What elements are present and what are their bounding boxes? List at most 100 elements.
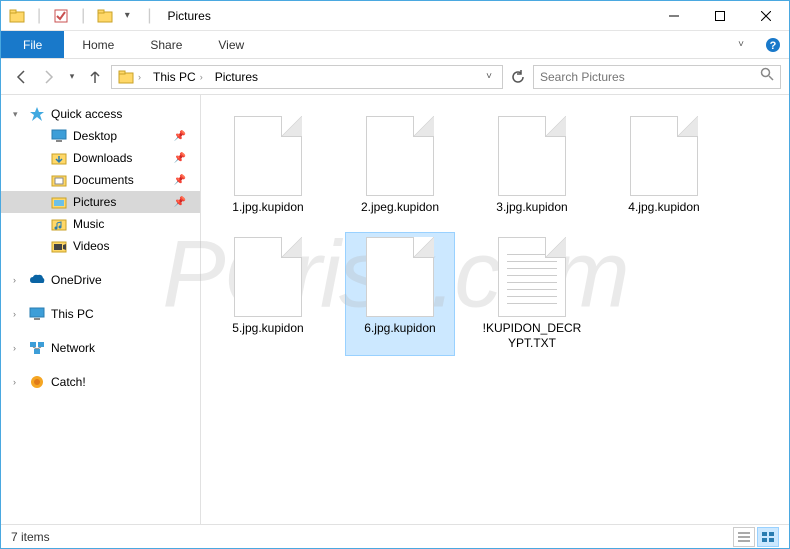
breadcrumb-label: This PC <box>153 70 196 84</box>
help-button[interactable]: ? <box>757 31 789 58</box>
folder-icon <box>51 216 67 232</box>
tab-home[interactable]: Home <box>64 31 132 58</box>
nav-onedrive[interactable]: › OneDrive <box>1 269 200 291</box>
sidebar-item-desktop[interactable]: Desktop📌 <box>1 125 200 147</box>
properties-icon[interactable] <box>53 8 69 24</box>
nav-quick-access[interactable]: ▾ Quick access <box>1 103 200 125</box>
breadcrumb-label: Pictures <box>215 70 258 84</box>
network-icon <box>29 340 45 356</box>
file-icon <box>234 237 302 317</box>
sidebar-item-documents[interactable]: Documents📌 <box>1 169 200 191</box>
main-body: ▾ Quick access Desktop📌Downloads📌Documen… <box>1 95 789 524</box>
file-label: 1.jpg.kupidon <box>232 200 303 215</box>
window-controls <box>651 1 789 31</box>
file-icon <box>498 237 566 317</box>
sidebar-item-videos[interactable]: Videos <box>1 235 200 257</box>
tab-share[interactable]: Share <box>132 31 200 58</box>
folder-icon <box>51 150 67 166</box>
svg-text:?: ? <box>770 40 777 52</box>
separator: | <box>141 7 157 25</box>
view-icons-button[interactable] <box>757 527 779 547</box>
folder-icon <box>51 128 67 144</box>
expand-icon[interactable]: › <box>13 275 16 285</box>
breadcrumb-pictures[interactable]: Pictures <box>211 66 262 88</box>
expand-icon[interactable]: ▾ <box>13 109 18 120</box>
file-icon <box>630 116 698 196</box>
onedrive-icon <box>29 272 45 288</box>
folder-icon <box>51 194 67 210</box>
qat-folder-icon[interactable] <box>97 8 113 24</box>
explorer-app-icon <box>9 8 25 24</box>
nav-network[interactable]: › Network <box>1 337 200 359</box>
nav-label: OneDrive <box>51 273 102 287</box>
star-icon <box>29 106 45 122</box>
nav-catch[interactable]: › Catch! <box>1 371 200 393</box>
file-item[interactable]: 6.jpg.kupidon <box>345 232 455 356</box>
file-icon <box>366 116 434 196</box>
status-bar: 7 items <box>1 524 789 548</box>
file-item[interactable]: 2.jpeg.kupidon <box>345 111 455 220</box>
file-label: 3.jpg.kupidon <box>496 200 567 215</box>
nav-label: This PC <box>51 307 94 321</box>
expand-icon[interactable]: › <box>13 343 16 353</box>
file-grid[interactable]: 1.jpg.kupidon 2.jpeg.kupidon 3.jpg.kupidon… <box>201 95 789 524</box>
file-label: 5.jpg.kupidon <box>232 321 303 336</box>
title-bar: | | ▾ | Pictures <box>1 1 789 31</box>
search-box[interactable] <box>533 65 781 89</box>
pc-icon <box>29 306 45 322</box>
expand-icon[interactable]: › <box>13 309 16 319</box>
file-item[interactable]: 3.jpg.kupidon <box>477 111 587 220</box>
sidebar-item-downloads[interactable]: Downloads 📌 <box>1 147 200 169</box>
file-item[interactable]: 5.jpg.kupidon <box>213 232 323 356</box>
close-button[interactable] <box>743 1 789 31</box>
back-button[interactable] <box>9 65 33 89</box>
address-bar: ▾ › This PC› Pictures ˅ <box>1 59 789 95</box>
nav-label: Network <box>51 341 95 355</box>
file-item[interactable]: 1.jpg.kupidon <box>213 111 323 220</box>
file-label: 4.jpg.kupidon <box>628 200 699 215</box>
file-item[interactable]: !KUPIDON_DECRYPT.TXT <box>477 232 587 356</box>
ribbon-expand-button[interactable]: ˅ <box>725 31 757 58</box>
breadcrumb[interactable]: › This PC› Pictures ˅ <box>111 65 503 89</box>
nav-label: Catch! <box>51 375 86 389</box>
expand-icon[interactable]: › <box>13 377 16 387</box>
up-button[interactable] <box>83 65 107 89</box>
file-label: 6.jpg.kupidon <box>364 321 435 336</box>
folder-icon <box>51 172 67 188</box>
refresh-button[interactable] <box>507 66 529 88</box>
quick-access-toolbar: | | ▾ | Pictures <box>1 7 219 25</box>
file-label: !KUPIDON_DECRYPT.TXT <box>482 321 582 351</box>
breadcrumb-root-icon[interactable]: › <box>114 66 147 88</box>
qat-dropdown-icon[interactable]: ▾ <box>119 8 135 24</box>
minimize-button[interactable] <box>651 1 697 31</box>
tab-view[interactable]: View <box>200 31 262 58</box>
item-count: 7 items <box>11 530 50 544</box>
sidebar-item-pictures[interactable]: Pictures 📌 <box>1 191 200 213</box>
file-tab[interactable]: File <box>1 31 64 58</box>
forward-button[interactable] <box>37 65 61 89</box>
nav-thispc[interactable]: › This PC <box>1 303 200 325</box>
pin-icon: 📌 <box>174 175 186 186</box>
nav-label: Downloads <box>73 151 132 165</box>
nav-label: Videos <box>73 239 109 253</box>
nav-label: Pictures <box>73 195 116 209</box>
path-dropdown-button[interactable]: ˅ <box>478 66 500 88</box>
search-icon[interactable] <box>760 67 774 86</box>
sidebar-item-music[interactable]: Music <box>1 213 200 235</box>
nav-label: Music <box>73 217 104 231</box>
search-input[interactable] <box>540 70 756 84</box>
separator: | <box>31 7 47 25</box>
pin-icon: 📌 <box>174 131 186 142</box>
breadcrumb-thispc[interactable]: This PC› <box>149 66 209 88</box>
file-label: 2.jpeg.kupidon <box>361 200 439 215</box>
file-icon <box>234 116 302 196</box>
maximize-button[interactable] <box>697 1 743 31</box>
folder-icon <box>51 238 67 254</box>
window-title: Pictures <box>167 9 210 23</box>
view-details-button[interactable] <box>733 527 755 547</box>
pin-icon: 📌 <box>174 197 186 208</box>
file-item[interactable]: 4.jpg.kupidon <box>609 111 719 220</box>
recent-locations-button[interactable]: ▾ <box>65 65 79 89</box>
file-icon <box>366 237 434 317</box>
pin-icon: 📌 <box>174 153 186 164</box>
